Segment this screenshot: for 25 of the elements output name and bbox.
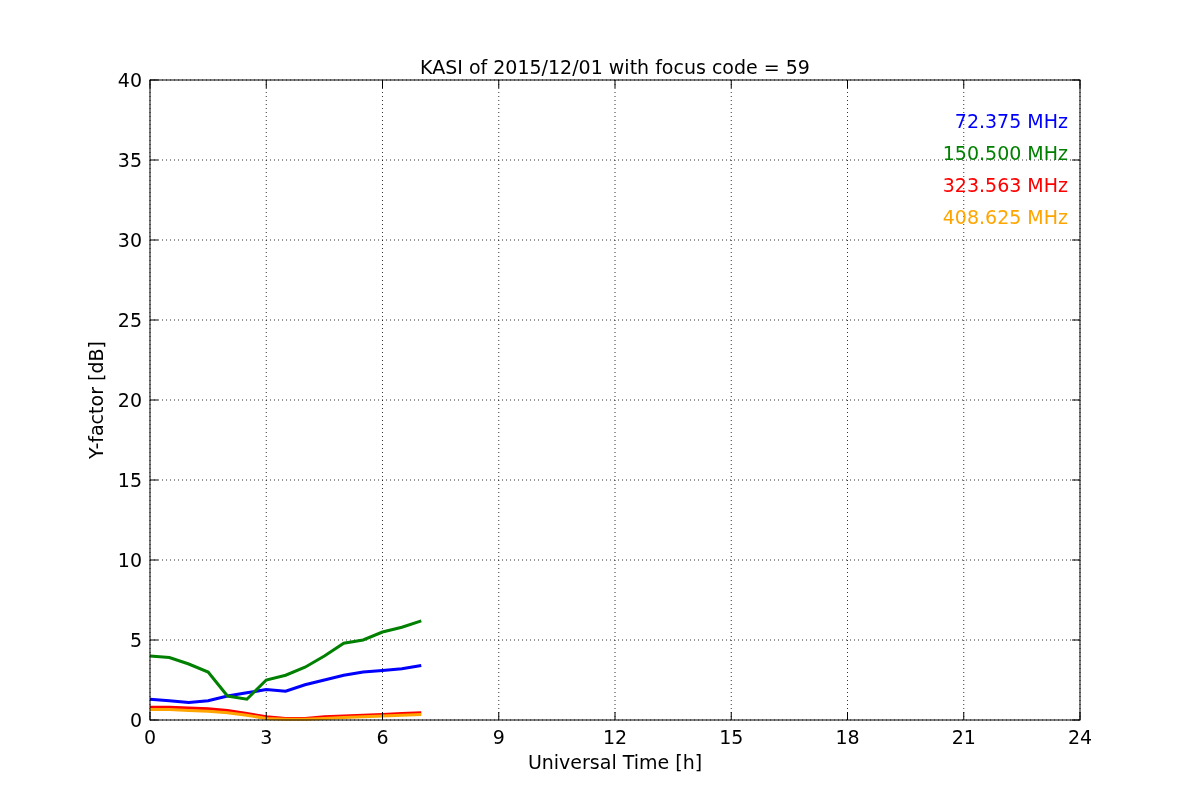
x-tick-label: 21 [951, 726, 976, 748]
legend-label: 408.625 MHz [942, 206, 1068, 228]
y-tick-label: 40 [117, 69, 142, 91]
x-tick-label: 6 [376, 726, 389, 748]
y-tick-label: 30 [117, 229, 142, 251]
x-tick-label: 12 [602, 726, 628, 748]
chart-title: KASI of 2015/12/01 with focus code = 59 [420, 56, 810, 78]
x-tick-label: 24 [1067, 726, 1093, 748]
x-tick-label: 15 [719, 726, 744, 748]
y-tick-label: 35 [117, 149, 142, 171]
y-tick-label: 5 [129, 629, 142, 651]
x-tick-label: 18 [835, 726, 860, 748]
x-tick-label: 9 [492, 726, 505, 748]
legend-label: 150.500 MHz [942, 142, 1068, 164]
x-tick-label: 0 [143, 726, 157, 748]
x-axis-label: Universal Time [h] [527, 751, 703, 773]
y-tick-label: 10 [117, 549, 142, 571]
y-axis-label: Y-factor [dB] [85, 341, 107, 459]
y-tick-label: 0 [129, 709, 142, 731]
x-tick-label: 3 [260, 726, 273, 748]
legend-label: 323.563 MHz [942, 174, 1068, 196]
y-tick-label: 20 [117, 389, 142, 411]
y-tick-label: 25 [117, 309, 142, 331]
y-tick-label: 15 [117, 469, 142, 491]
legend-label: 72.375 MHz [954, 110, 1068, 132]
